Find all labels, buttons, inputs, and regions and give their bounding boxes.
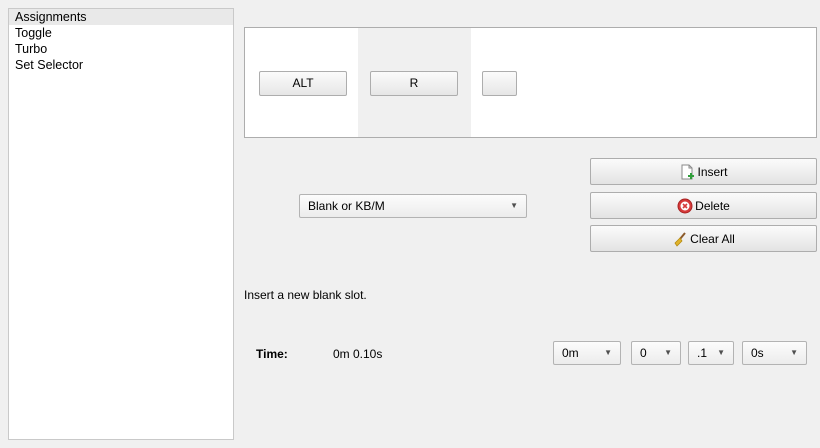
- slot-button-label: ALT: [292, 76, 314, 90]
- mapping-window: Assignments Toggle Turbo Set Selector AL…: [0, 0, 820, 448]
- chevron-down-icon: ▼: [790, 348, 798, 357]
- chevron-down-icon: ▼: [717, 348, 725, 357]
- time-label: Time:: [256, 347, 288, 361]
- clear-all-button-label: Clear All: [690, 231, 735, 246]
- delete-button-label: Delete: [695, 198, 730, 213]
- chevron-down-icon: ▼: [604, 348, 612, 357]
- tenths-select[interactable]: .1 ▼: [688, 341, 734, 365]
- minutes-value: 0m: [562, 346, 579, 360]
- tenths-value: .1: [697, 346, 708, 360]
- sidebar-item-label: Turbo: [15, 42, 48, 56]
- sidebar-item-label: Assignments: [15, 10, 87, 24]
- slot-type-select[interactable]: Blank or KB/M ▼: [299, 194, 527, 218]
- slot-button-alt[interactable]: ALT: [259, 71, 347, 96]
- sidebar-item-turbo[interactable]: Turbo: [9, 41, 233, 57]
- clear-all-button[interactable]: Clear All: [590, 225, 817, 252]
- seconds-value: 0: [640, 346, 647, 360]
- time-value: 0m 0.10s: [333, 347, 383, 361]
- sidebar-item-label: Set Selector: [15, 58, 84, 72]
- slot-button-label: R: [409, 76, 419, 90]
- slots-panel: ALT R: [244, 27, 817, 138]
- sidebar-item-assignments[interactable]: Assignments: [9, 9, 233, 25]
- sidebar-item-toggle[interactable]: Toggle: [9, 25, 233, 41]
- sidebar-list[interactable]: Assignments Toggle Turbo Set Selector: [8, 8, 234, 440]
- minutes-select[interactable]: 0m ▼: [553, 341, 621, 365]
- extra-seconds-select[interactable]: 0s ▼: [742, 341, 807, 365]
- insert-button-label: Insert: [697, 164, 728, 179]
- sidebar-item-label: Toggle: [15, 26, 52, 40]
- delete-button[interactable]: Delete: [590, 192, 817, 219]
- slot-description: Insert a new blank slot.: [244, 288, 367, 302]
- sidebar-item-set-selector[interactable]: Set Selector: [9, 57, 233, 73]
- seconds-select[interactable]: 0 ▼: [631, 341, 681, 365]
- slot-button-r[interactable]: R: [370, 71, 458, 96]
- chevron-down-icon: ▼: [664, 348, 672, 357]
- broom-icon: [672, 231, 688, 247]
- document-add-icon: [679, 164, 695, 180]
- extra-seconds-value: 0s: [751, 346, 764, 360]
- insert-button[interactable]: Insert: [590, 158, 817, 185]
- delete-icon: [677, 198, 693, 214]
- chevron-down-icon: ▼: [510, 201, 518, 210]
- slot-type-value: Blank or KB/M: [308, 199, 385, 213]
- slot-button-empty[interactable]: [482, 71, 517, 96]
